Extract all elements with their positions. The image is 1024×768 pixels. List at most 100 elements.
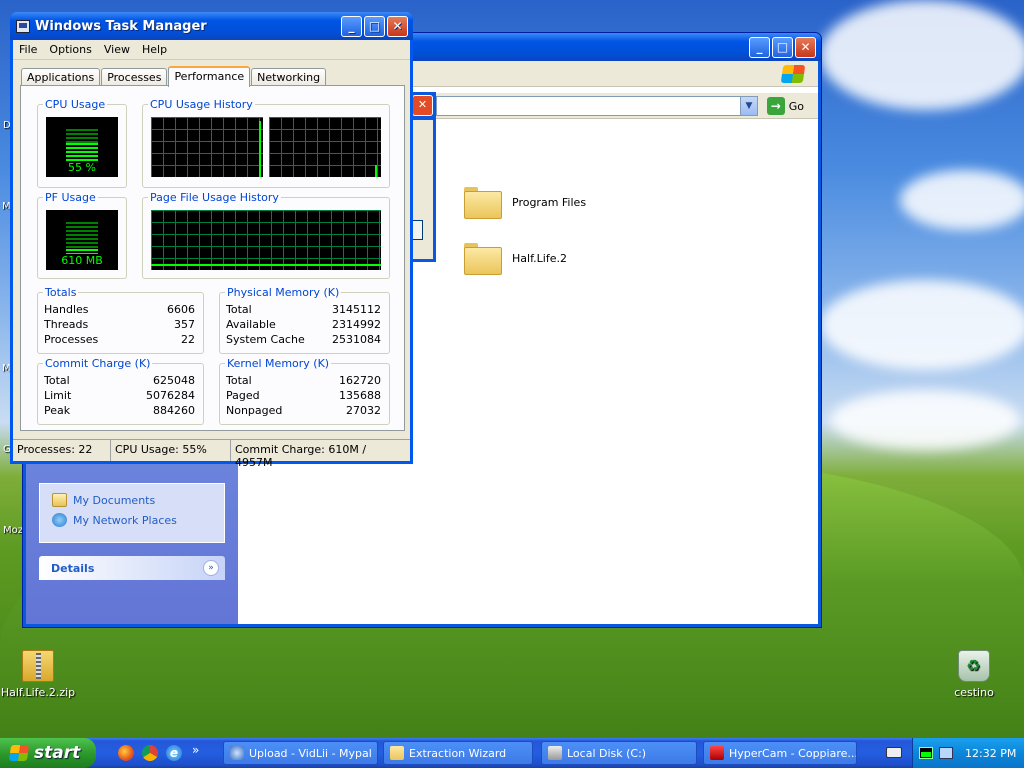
row-key: Nonpaged [226,404,283,417]
row-value: 2531084 [332,333,381,346]
close-button[interactable]: ✕ [795,37,816,58]
task-label: Extraction Wizard [409,746,507,760]
link-label: My Network Places [73,513,177,527]
kernel-row-nonpaged: Nonpaged 27032 [226,404,381,417]
tab-processes[interactable]: Processes [101,68,168,86]
status-commit-charge: Commit Charge: 610M / 4957M [235,443,367,469]
tab-strip: Applications Processes Performance Netwo… [21,66,327,87]
chevron-down-icon[interactable]: » [203,560,219,576]
pf-usage-group: PF Usage 610 MB [37,191,127,279]
firefox-icon[interactable] [118,745,134,761]
quick-launch-overflow[interactable]: » [192,743,199,757]
row-value: 135688 [339,389,381,402]
graph-line [375,165,377,177]
physical-memory-group: Physical Memory (K) Total 3145112 Availab… [219,286,390,354]
close-button[interactable]: ✕ [387,16,408,37]
chrome-icon[interactable] [142,745,158,761]
minimize-button[interactable]: _ [749,37,770,58]
row-key: Total [226,374,252,387]
folder-icon [390,746,404,760]
graph-line [151,264,381,266]
cpu-meter-bars [66,129,98,161]
row-value: 357 [174,318,195,331]
start-button[interactable]: start [0,738,96,768]
folder-half-life-2[interactable]: Half.Life.2 [464,243,567,275]
status-bar: Processes: 22 CPU Usage: 55% Commit Char… [13,439,410,469]
zip-folder-icon [22,650,54,682]
taskbar-button-vidlii[interactable]: Upload - VidLii - Mypal [223,741,378,765]
close-button[interactable]: ✕ [412,95,433,116]
taskbar-button-extraction-wizard[interactable]: Extraction Wizard [383,741,533,765]
details-panel-header[interactable]: Details » [39,556,225,580]
taskbar-button-hypercam[interactable]: HyperCam - Coppiare... [703,741,857,765]
group-title: Commit Charge (K) [43,357,153,370]
ie-icon[interactable]: e [166,745,182,761]
drive-icon [548,746,562,760]
clock[interactable]: 12:32 PM [965,747,1016,760]
edge-label: Moz [3,525,23,536]
group-title: PF Usage [43,191,98,204]
cpu-history-graph-core2 [269,117,381,177]
chevron-down-icon[interactable]: ▼ [740,96,758,116]
link-label: My Documents [73,493,156,507]
maximize-button[interactable]: □ [364,16,385,37]
tab-performance[interactable]: Performance [168,66,251,87]
task-label: Upload - VidLii - Mypal [249,746,372,760]
performance-page: CPU Usage 55 % CPU Usage History PF Usag… [20,85,405,431]
desktop-icon-label: Half.Life.2.zip [0,686,76,699]
network-tray-icon[interactable] [939,747,953,759]
folder-program-files[interactable]: Program Files [464,187,586,219]
group-title: Totals [43,286,79,299]
task-manager-window[interactable]: Windows Task Manager _ □ ✕ File Options … [10,12,413,469]
go-arrow-icon: → [766,97,785,115]
desktop-icon-recycle-bin[interactable]: cestino [934,650,1014,699]
dialog-button-edge[interactable] [413,220,423,240]
row-value: 625048 [153,374,195,387]
windows-flag-icon [8,745,30,761]
desktop-icon-halflife-zip[interactable]: Half.Life.2.zip [0,650,78,699]
tab-networking[interactable]: Networking [251,68,327,86]
row-key: Handles [44,303,89,316]
desktop-icon-label: cestino [954,686,994,699]
physical-row-available: Available 2314992 [226,318,381,331]
taskbar-button-local-disk[interactable]: Local Disk (C:) [541,741,697,765]
cpu-history-group: CPU Usage History [142,98,390,188]
tab-applications[interactable]: Applications [21,68,101,86]
folder-label: Half.Life.2 [512,251,567,265]
network-places-icon [52,513,67,527]
kernel-memory-group: Kernel Memory (K) Total 162720 Paged 13568… [219,357,390,425]
group-title: Physical Memory (K) [225,286,342,299]
commit-charge-group: Commit Charge (K) Total 625048 Limit 50762… [37,357,204,425]
kernel-row-total: Total 162720 [226,374,381,387]
go-button[interactable]: → Go [766,96,804,116]
my-documents-link[interactable]: My Documents [40,490,224,510]
maximize-button[interactable]: □ [772,37,793,58]
task-manager-titlebar[interactable]: Windows Task Manager _ □ ✕ [10,12,413,40]
menu-bar: File Options View Help [13,40,410,60]
recycle-bin-icon [958,650,990,682]
menu-view[interactable]: View [98,43,136,56]
menu-file[interactable]: File [13,43,43,56]
status-processes: Processes: 22 [13,440,111,461]
row-key: Paged [226,389,260,402]
menu-help[interactable]: Help [136,43,173,56]
address-input[interactable] [436,96,758,116]
cpu-meter-fill [66,143,98,161]
group-title: Page File Usage History [148,191,281,204]
row-key: Peak [44,404,71,417]
group-title: CPU Usage [43,98,108,111]
pf-history-graph [151,210,381,270]
keyboard-icon[interactable] [886,747,902,758]
row-key: Total [226,303,252,316]
menu-options[interactable]: Options [43,43,97,56]
system-tray: 12:32 PM [912,738,1024,768]
my-network-places-link[interactable]: My Network Places [40,510,224,530]
cpu-usage-value: 55 % [68,161,96,174]
row-key: System Cache [226,333,305,346]
cpu-usage-meter: 55 % [46,117,118,177]
pf-usage-value: 610 MB [61,254,103,267]
totals-row-processes: Processes 22 [44,333,195,346]
minimize-button[interactable]: _ [341,16,362,37]
browser-icon [230,746,244,760]
cpu-meter-tray-icon[interactable] [919,747,933,759]
